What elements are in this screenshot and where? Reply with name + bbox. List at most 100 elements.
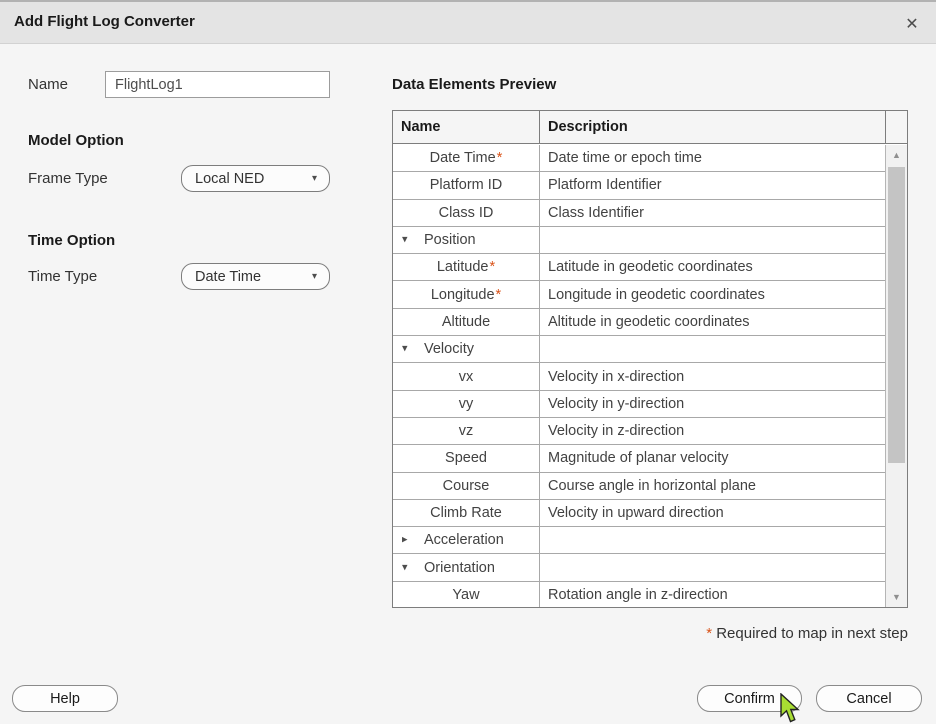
- table-row[interactable]: Date Time*Date time or epoch time: [393, 145, 885, 172]
- table-row[interactable]: Platform ID Platform Identifier: [393, 172, 885, 199]
- row-name-label: Yaw: [452, 587, 479, 603]
- chevron-down-icon: ▾: [312, 173, 329, 184]
- row-name-cell: vy: [393, 391, 540, 417]
- table-body: Date Time*Date time or epoch timePlatfor…: [393, 145, 885, 607]
- row-name-label: Velocity: [424, 341, 474, 357]
- table-row[interactable]: Altitude Altitude in geodetic coordinates: [393, 309, 885, 336]
- scroll-down-icon[interactable]: ▼: [886, 592, 907, 602]
- table-row[interactable]: ▾ Orientation: [393, 554, 885, 581]
- chevron-down-icon: ▾: [312, 271, 329, 282]
- model-option-heading: Model Option: [28, 132, 124, 149]
- row-name-cell: Course: [393, 473, 540, 499]
- frame-type-dropdown[interactable]: Local NED ▾: [181, 165, 330, 192]
- titlebar: Add Flight Log Converter ✕: [0, 0, 936, 44]
- data-elements-table: Name Description Date Time*Date time or …: [392, 110, 908, 608]
- name-input[interactable]: [105, 71, 330, 98]
- time-type-value: Date Time: [182, 269, 312, 285]
- required-footnote: * Required to map in next step: [705, 625, 908, 642]
- vertical-scrollbar[interactable]: ▲ ▼: [885, 145, 907, 607]
- row-name-cell: ▾ Orientation: [393, 554, 540, 580]
- row-name-label: Date Time: [430, 150, 496, 166]
- required-asterisk: *: [489, 259, 495, 275]
- row-description-cell: Latitude in geodetic coordinates: [540, 254, 885, 280]
- column-header-name[interactable]: Name: [393, 111, 540, 143]
- column-header-description[interactable]: Description: [540, 111, 886, 143]
- table-row[interactable]: Latitude*Latitude in geodetic coordinate…: [393, 254, 885, 281]
- collapse-icon[interactable]: ▾: [402, 562, 408, 573]
- table-row[interactable]: Speed Magnitude of planar velocity: [393, 445, 885, 472]
- row-name-label: Platform ID: [430, 177, 503, 193]
- help-button[interactable]: Help: [12, 685, 118, 712]
- row-name-label: Climb Rate: [430, 505, 502, 521]
- row-description-cell: [540, 336, 885, 362]
- required-asterisk: *: [497, 150, 503, 166]
- row-description-cell: [540, 527, 885, 553]
- row-name-label: Longitude: [431, 287, 495, 303]
- row-name-label: Altitude: [442, 314, 490, 330]
- row-description-cell: Magnitude of planar velocity: [540, 445, 885, 471]
- row-description-cell: Class Identifier: [540, 200, 885, 226]
- data-elements-preview-heading: Data Elements Preview: [392, 76, 556, 93]
- row-name-label: vx: [459, 369, 474, 385]
- table-row[interactable]: Yaw Rotation angle in z-direction: [393, 582, 885, 607]
- dialog-title: Add Flight Log Converter: [14, 13, 195, 30]
- row-name-label: Class ID: [439, 205, 494, 221]
- row-name-label: Orientation: [424, 560, 495, 576]
- cancel-button[interactable]: Cancel: [816, 685, 922, 712]
- row-description-cell: Velocity in x-direction: [540, 363, 885, 389]
- collapse-icon[interactable]: ▾: [402, 235, 408, 246]
- time-type-dropdown[interactable]: Date Time ▾: [181, 263, 330, 290]
- frame-type-value: Local NED: [182, 171, 312, 187]
- table-row[interactable]: vx Velocity in x-direction: [393, 363, 885, 390]
- scroll-up-icon[interactable]: ▲: [886, 150, 907, 160]
- row-name-cell: ▾ Position: [393, 227, 540, 253]
- row-name-label: vy: [459, 396, 474, 412]
- row-name-cell: ▸ Acceleration: [393, 527, 540, 553]
- table-row[interactable]: ▾ Position: [393, 227, 885, 254]
- row-name-cell: vx: [393, 363, 540, 389]
- name-label: Name: [28, 76, 68, 93]
- close-icon[interactable]: ✕: [899, 11, 925, 37]
- row-description-cell: Date time or epoch time: [540, 145, 885, 171]
- table-row[interactable]: vy Velocity in y-direction: [393, 391, 885, 418]
- row-name-label: vz: [459, 423, 474, 439]
- collapse-icon[interactable]: ▾: [402, 344, 408, 355]
- confirm-button[interactable]: Confirm: [697, 685, 802, 712]
- row-name-label: Speed: [445, 450, 487, 466]
- required-footnote-text: Required to map in next step: [712, 625, 908, 642]
- row-description-cell: Rotation angle in z-direction: [540, 582, 885, 607]
- row-name-cell: ▾ Velocity: [393, 336, 540, 362]
- row-name-label: Acceleration: [424, 532, 504, 548]
- row-description-cell: Course angle in horizontal plane: [540, 473, 885, 499]
- row-description-cell: Velocity in z-direction: [540, 418, 885, 444]
- row-name-cell: Platform ID: [393, 172, 540, 198]
- row-name-label: Position: [424, 232, 476, 248]
- expand-icon[interactable]: ▸: [402, 535, 408, 546]
- row-description-cell: Velocity in upward direction: [540, 500, 885, 526]
- table-row[interactable]: CourseCourse angle in horizontal plane: [393, 473, 885, 500]
- row-name-cell: Date Time*: [393, 145, 540, 171]
- table-header: Name Description: [393, 111, 907, 144]
- table-row[interactable]: Class ID Class Identifier: [393, 200, 885, 227]
- row-name-cell: Yaw: [393, 582, 540, 607]
- row-description-cell: Velocity in y-direction: [540, 391, 885, 417]
- scrollbar-thumb[interactable]: [888, 167, 905, 463]
- row-name-cell: vz: [393, 418, 540, 444]
- time-type-label: Time Type: [28, 268, 97, 285]
- row-name-cell: Class ID: [393, 200, 540, 226]
- table-row[interactable]: Longitude*Longitude in geodetic coordina…: [393, 281, 885, 308]
- add-flight-log-converter-dialog: Add Flight Log Converter ✕ Name Model Op…: [0, 0, 936, 724]
- table-row[interactable]: ▸ Acceleration: [393, 527, 885, 554]
- row-name-cell: Speed: [393, 445, 540, 471]
- frame-type-label: Frame Type: [28, 170, 108, 187]
- row-name-cell: Altitude: [393, 309, 540, 335]
- row-description-cell: [540, 554, 885, 580]
- table-row[interactable]: Climb Rate Velocity in upward direction: [393, 500, 885, 527]
- table-row[interactable]: ▾ Velocity: [393, 336, 885, 363]
- table-row[interactable]: vz Velocity in z-direction: [393, 418, 885, 445]
- row-description-cell: Platform Identifier: [540, 172, 885, 198]
- time-option-heading: Time Option: [28, 232, 115, 249]
- row-description-cell: Altitude in geodetic coordinates: [540, 309, 885, 335]
- table-header-scroll-spacer: [886, 111, 907, 143]
- required-asterisk: *: [496, 287, 502, 303]
